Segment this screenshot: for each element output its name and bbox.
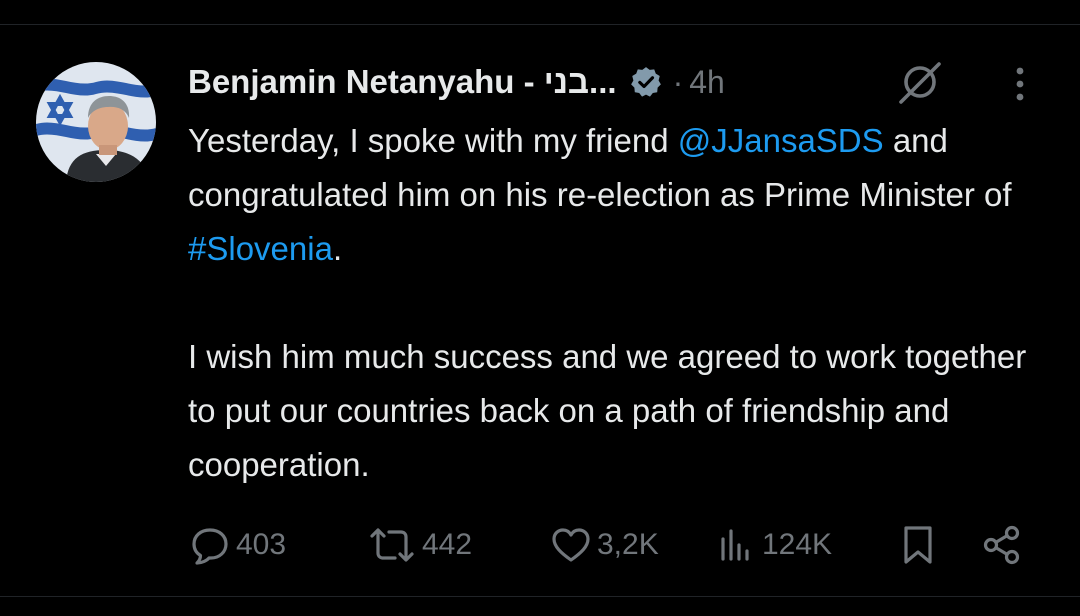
tweet-paragraph-1: Yesterday, I spoke with my friend @JJans…: [188, 114, 1058, 276]
views-icon: [714, 523, 758, 567]
reply-button[interactable]: 403: [188, 520, 286, 570]
like-icon: [549, 523, 593, 567]
bookmark-button[interactable]: [898, 520, 938, 570]
text-segment: Yesterday, I spoke with my friend: [188, 122, 678, 159]
bottom-divider: [0, 596, 1080, 597]
reply-count: 403: [236, 528, 287, 561]
header-separator: ·: [672, 63, 684, 100]
repost-icon: [366, 523, 418, 567]
grok-icon[interactable]: [893, 56, 945, 108]
reply-icon: [188, 523, 232, 567]
author-display-name[interactable]: Benjamin Netanyahu - בני...: [188, 63, 617, 101]
share-icon: [980, 523, 1024, 567]
tweet-paragraph-2: I wish him much success and we agreed to…: [188, 338, 1027, 483]
author-avatar[interactable]: [36, 62, 156, 182]
views-count: 124K: [762, 528, 833, 561]
mention-link[interactable]: @JJansaSDS: [678, 122, 884, 159]
tweet-text: Yesterday, I spoke with my friend @JJans…: [188, 114, 1058, 492]
text-segment: .: [332, 230, 343, 267]
like-count: 3,2K: [597, 528, 659, 561]
tweet-actions: 403 442 3,2K 124K: [0, 520, 1080, 570]
repost-count: 442: [422, 528, 473, 561]
top-divider: [0, 24, 1080, 25]
more-options-icon[interactable]: [1005, 64, 1035, 104]
hashtag-link[interactable]: #Slovenia: [188, 230, 333, 267]
bookmark-icon: [898, 523, 938, 567]
like-button[interactable]: 3,2K: [549, 520, 659, 570]
tweet-timestamp[interactable]: 4h: [689, 64, 725, 101]
repost-button[interactable]: 442: [366, 520, 472, 570]
tweet-header: Benjamin Netanyahu - בני... · 4h: [188, 58, 725, 106]
verified-badge-icon[interactable]: [629, 65, 663, 99]
views-button[interactable]: 124K: [714, 520, 832, 570]
share-button[interactable]: [980, 520, 1024, 570]
